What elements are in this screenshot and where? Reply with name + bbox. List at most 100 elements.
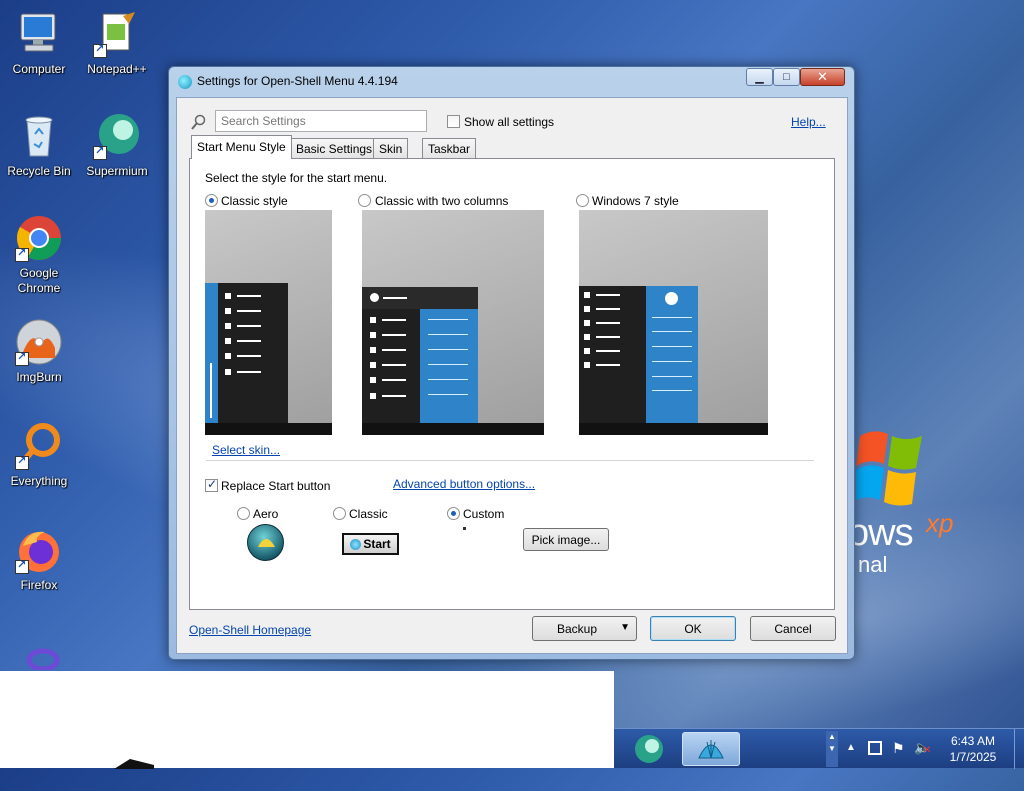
homepage-link[interactable]: Open-Shell Homepage	[189, 623, 311, 637]
show-hidden-icons-button[interactable]: ▲	[846, 742, 856, 753]
desktop-icon-imgburn[interactable]: ImgBurn	[0, 318, 78, 385]
replace-start-checkbox[interactable]	[205, 477, 218, 492]
menu-line	[652, 317, 692, 318]
windows7-style-radio[interactable]	[576, 194, 589, 207]
taskbar-strip	[205, 423, 332, 435]
menu-body	[218, 283, 288, 423]
select-skin-link[interactable]: Select skin...	[212, 443, 280, 457]
firefox-icon	[15, 526, 63, 574]
app-icon	[15, 640, 63, 672]
desktop-icon-notepadpp[interactable]: Notepad++	[78, 10, 156, 77]
custom-image-dot	[463, 527, 466, 530]
menu-line	[652, 376, 692, 377]
desktop-icon-recycle-bin[interactable]: Recycle Bin	[0, 112, 78, 179]
computer-icon	[15, 10, 63, 58]
dialog-client: Search Settings Show all settings Help..…	[176, 97, 848, 654]
cancel-button[interactable]: Cancel	[750, 616, 836, 641]
menu-right-column	[420, 309, 478, 423]
pick-image-button[interactable]: Pick image...	[523, 528, 609, 551]
custom-radio[interactable]	[447, 507, 460, 520]
taskbar-supermium[interactable]	[620, 732, 678, 766]
backup-button[interactable]: Backup ▼	[532, 616, 637, 641]
custom-label: Custom	[463, 507, 505, 521]
windows7-style-label: Windows 7 style	[592, 194, 679, 208]
clock-time: 6:43 AM	[950, 734, 996, 748]
open-shell-icon	[178, 75, 192, 89]
network-icon[interactable]	[868, 741, 882, 755]
tab-panel: Select the style for the start menu. Cla…	[189, 158, 835, 610]
desktop-icon-supermium[interactable]: Supermium	[78, 112, 156, 179]
menu-right-column	[646, 286, 698, 423]
desktop-icon-everything[interactable]: Everything	[0, 422, 78, 489]
user-avatar-dot	[665, 292, 678, 305]
windows7-style-preview[interactable]	[579, 210, 768, 435]
two-columns-radio[interactable]	[358, 194, 371, 207]
help-link[interactable]: Help...	[791, 115, 826, 129]
show-all-checkbox[interactable]	[447, 115, 460, 128]
open-shell-icon	[698, 740, 724, 759]
menu-line	[428, 364, 468, 365]
blank-window-area	[0, 671, 614, 769]
desktop-icon-firefox[interactable]: Firefox	[0, 526, 78, 593]
tab-skin[interactable]: Skin	[373, 138, 409, 158]
shortcut-arrow-icon	[15, 558, 29, 574]
classic-start-label: Start	[363, 537, 391, 551]
menu-line	[428, 349, 468, 350]
aero-radio[interactable]	[237, 507, 250, 520]
advanced-button-options-link[interactable]: Advanced button options...	[393, 477, 535, 491]
divider	[206, 460, 814, 461]
menu-line	[652, 346, 692, 347]
menu-line	[652, 390, 692, 391]
minimize-button[interactable]: ▁	[746, 68, 773, 86]
menu-line	[652, 331, 692, 332]
shortcut-arrow-icon	[15, 454, 29, 470]
tab-start-menu-style[interactable]: Start Menu Style	[191, 135, 292, 159]
maximize-icon: □	[783, 71, 790, 83]
aero-start-orb-icon	[247, 524, 284, 561]
search-input[interactable]: Search Settings	[215, 110, 427, 132]
show-desktop-button[interactable]	[1014, 729, 1024, 769]
imgburn-icon	[15, 318, 63, 366]
taskbar-strip	[579, 423, 768, 435]
taskbar-strip	[362, 423, 544, 435]
taskbar-open-shell[interactable]	[682, 732, 740, 766]
tab-basic-settings[interactable]: Basic Settings	[290, 138, 379, 158]
menu-left-column	[362, 309, 420, 423]
two-columns-label: Classic with two columns	[375, 194, 509, 208]
tab-taskbar[interactable]: Taskbar	[422, 138, 477, 158]
shortcut-arrow-icon	[93, 42, 107, 58]
close-button[interactable]: ✕	[800, 68, 845, 86]
clock-date: 1/7/2025	[949, 750, 997, 764]
everything-icon	[15, 422, 63, 470]
replace-start-label: Replace Start button	[221, 479, 331, 493]
desktop-icon-partial[interactable]	[0, 640, 78, 672]
supermium-icon	[635, 735, 663, 763]
maximize-button[interactable]: □	[773, 68, 800, 86]
close-icon: ✕	[817, 69, 828, 84]
wallpaper-edition-text: nal	[858, 552, 888, 577]
action-center-flag-icon[interactable]: ⚑	[892, 740, 905, 757]
two-columns-preview[interactable]	[362, 210, 544, 435]
volume-muted-icon[interactable]: 🔈 ✕	[914, 740, 931, 756]
taskbar-scroll[interactable]: ▲ ▼	[826, 731, 838, 767]
classic-style-preview[interactable]	[205, 210, 332, 435]
menu-line	[428, 319, 468, 320]
desktop-icon-label: Recycle Bin	[7, 164, 71, 178]
desktop-icon-chrome[interactable]: Google Chrome	[0, 214, 78, 296]
ok-button[interactable]: OK	[650, 616, 736, 641]
minimize-icon: ▁	[755, 71, 764, 84]
shell-icon	[350, 538, 362, 550]
classic-style-radio[interactable]	[205, 194, 218, 207]
windows-flag-logo	[852, 428, 926, 508]
clock[interactable]: 6:43 AM 1/7/2025	[938, 734, 1008, 764]
menu-scroll-line	[210, 363, 212, 418]
shortcut-arrow-icon	[93, 144, 107, 160]
show-all-label: Show all settings	[464, 115, 555, 129]
classic-button-radio[interactable]	[333, 507, 346, 520]
desktop-icon-computer[interactable]: Computer	[0, 10, 78, 77]
menu-line	[652, 361, 692, 362]
wallpaper-xp-text: xp	[926, 508, 954, 538]
wallpaper-windows-text: ows	[848, 512, 914, 554]
title-bar[interactable]: Settings for Open-Shell Menu 4.4.194 ▁ □…	[169, 67, 854, 95]
desktop-icon-label: Firefox	[20, 578, 58, 592]
